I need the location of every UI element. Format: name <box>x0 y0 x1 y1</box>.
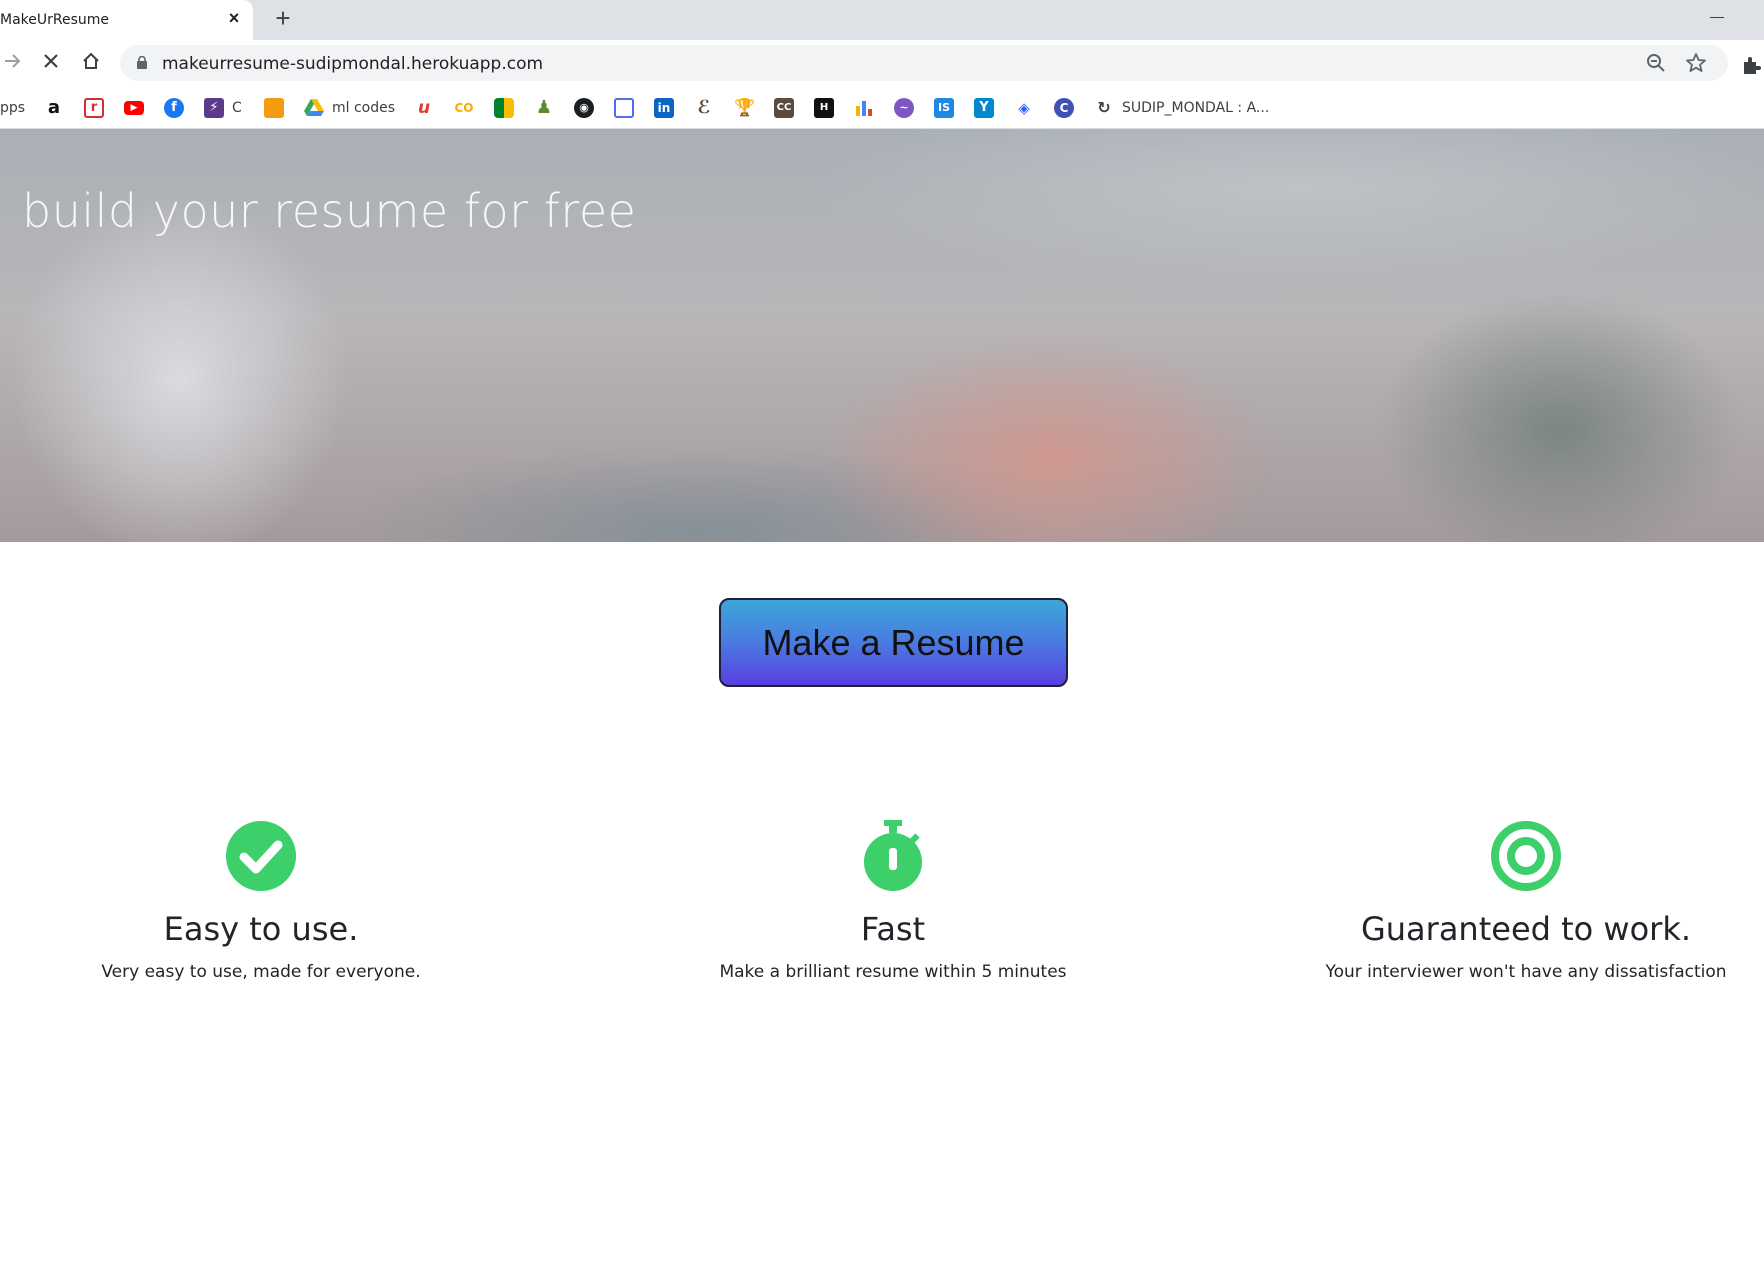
chess-icon: ♟ <box>535 97 553 118</box>
feature-title: Guaranteed to work. <box>1360 910 1692 948</box>
wave-icon: ~ <box>894 98 914 118</box>
bookmark-hackerrank[interactable]: H <box>814 98 834 118</box>
feature-description: Your interviewer won't have any dissatis… <box>1325 962 1727 982</box>
chart-icon <box>856 101 872 116</box>
home-icon[interactable] <box>78 50 104 76</box>
bookmark-youtube[interactable]: ▶ <box>124 98 144 118</box>
stop-icon[interactable] <box>38 50 64 76</box>
new-tab-icon[interactable]: + <box>270 5 296 31</box>
minimize-icon[interactable] <box>1710 17 1724 18</box>
u-icon: u <box>417 98 431 118</box>
bookmark-apps[interactable]: pps <box>0 98 25 118</box>
tab-strip: MakeUrResume × + <box>0 0 1764 40</box>
hero-tagline: build your resume for free <box>22 184 637 238</box>
bookmark-diamond[interactable]: ◈ <box>1014 98 1034 118</box>
feature-fast: Fast Make a brilliant resume within 5 mi… <box>593 820 1193 982</box>
facebook-icon: f <box>164 98 184 118</box>
address-bar[interactable]: makeurresume-sudipmondal.herokuapp.com <box>120 45 1728 81</box>
lock-icon <box>137 56 147 69</box>
bookmark-chess[interactable]: ♟ <box>534 98 554 118</box>
co-icon: CO <box>454 101 474 115</box>
bookmark-chart[interactable] <box>854 98 874 118</box>
target-icon <box>1491 821 1561 891</box>
diamond-icon: ◈ <box>1018 99 1030 117</box>
make-resume-label: Make a Resume <box>762 621 1025 663</box>
feature-description: Make a brilliant resume within 5 minutes <box>719 962 1067 982</box>
bookmark-c[interactable]: ⚡ C <box>204 98 242 118</box>
make-resume-button[interactable]: Make a Resume <box>719 598 1068 687</box>
amazon-icon: a <box>47 97 61 118</box>
linkedin-icon: in <box>654 98 674 118</box>
bookmark-r[interactable]: r <box>84 98 104 118</box>
check-circle-icon <box>226 821 296 891</box>
tab-close-icon[interactable]: × <box>224 8 244 28</box>
bookmark-label: SUDIP_MONDAL : A... <box>1122 100 1270 116</box>
bookmark-github[interactable]: ◉ <box>574 98 594 118</box>
cc-icon: CC <box>774 98 794 118</box>
bookmark-label: ml codes <box>332 100 396 116</box>
c-circle-icon: C <box>1054 98 1074 118</box>
bookmark-ml-codes[interactable]: ml codes <box>304 98 395 118</box>
zoom-icon[interactable] <box>1644 51 1668 75</box>
github-icon: ◉ <box>574 98 594 118</box>
meet-icon <box>494 98 514 118</box>
bookmark-trophy[interactable]: 🏆 <box>734 98 756 118</box>
google-drive-icon <box>304 99 324 116</box>
bookmark-star-icon[interactable] <box>1684 51 1708 75</box>
youtube-icon: ▶ <box>124 101 144 115</box>
extensions-icon[interactable] <box>1740 54 1762 76</box>
trophy-icon: 🏆 <box>734 98 756 118</box>
bookmark-book[interactable] <box>264 98 284 118</box>
hackerrank-icon: H <box>814 98 834 118</box>
codechef-icon: ℰ <box>697 97 711 118</box>
bookmark-facebook[interactable]: f <box>164 98 184 118</box>
hero-banner: build your resume for free <box>0 129 1764 542</box>
bookmark-c-circle[interactable]: C <box>1054 98 1074 118</box>
apps-label: pps <box>0 100 26 116</box>
is-icon: IS <box>934 98 954 118</box>
bookmark-y[interactable]: Y <box>974 98 994 118</box>
bookmark-meet[interactable] <box>494 98 514 118</box>
feature-easy: Easy to use. Very easy to use, made for … <box>0 820 561 982</box>
bookmark-codechef[interactable]: ℰ <box>694 98 714 118</box>
feature-title: Easy to use. <box>163 910 359 948</box>
bookmark-sudip-mondal[interactable]: ↻ SUDIP_MONDAL : A... <box>1094 98 1269 118</box>
bookmark-cc[interactable]: CC <box>774 98 794 118</box>
feature-description: Very easy to use, made for everyone. <box>101 962 421 982</box>
feature-guaranteed: Guaranteed to work. Your interviewer won… <box>1226 820 1764 982</box>
tab-title: MakeUrResume <box>0 12 110 28</box>
bookmark-is[interactable]: IS <box>934 98 954 118</box>
bookmarks-bar: pps a r ▶ f ⚡ C ml codes u CO ♟ ◉ in ℰ 🏆… <box>0 88 1764 129</box>
stopwatch-icon <box>864 820 922 891</box>
bookmark-linkedin[interactable]: in <box>654 98 674 118</box>
forward-icon[interactable] <box>0 50 26 76</box>
feature-title: Fast <box>860 910 926 948</box>
bookmark-calendar[interactable] <box>614 98 634 118</box>
bookmark-amazon[interactable]: a <box>44 98 64 118</box>
bookmark-co[interactable]: CO <box>454 98 474 118</box>
leetcode-icon: ↻ <box>1097 98 1111 117</box>
bookmark-u[interactable]: u <box>414 98 434 118</box>
book-icon <box>264 98 284 118</box>
bookmark-label: C <box>232 100 242 116</box>
bookmark-wave[interactable]: ~ <box>894 98 914 118</box>
calendar-icon <box>614 98 634 118</box>
y-icon: Y <box>974 98 994 118</box>
r-icon: r <box>84 98 104 118</box>
browser-tab[interactable]: MakeUrResume × <box>0 0 253 40</box>
url-text: makeurresume-sudipmondal.herokuapp.com <box>162 54 544 74</box>
bolt-icon: ⚡ <box>204 98 224 118</box>
browser-toolbar: makeurresume-sudipmondal.herokuapp.com <box>0 40 1764 88</box>
